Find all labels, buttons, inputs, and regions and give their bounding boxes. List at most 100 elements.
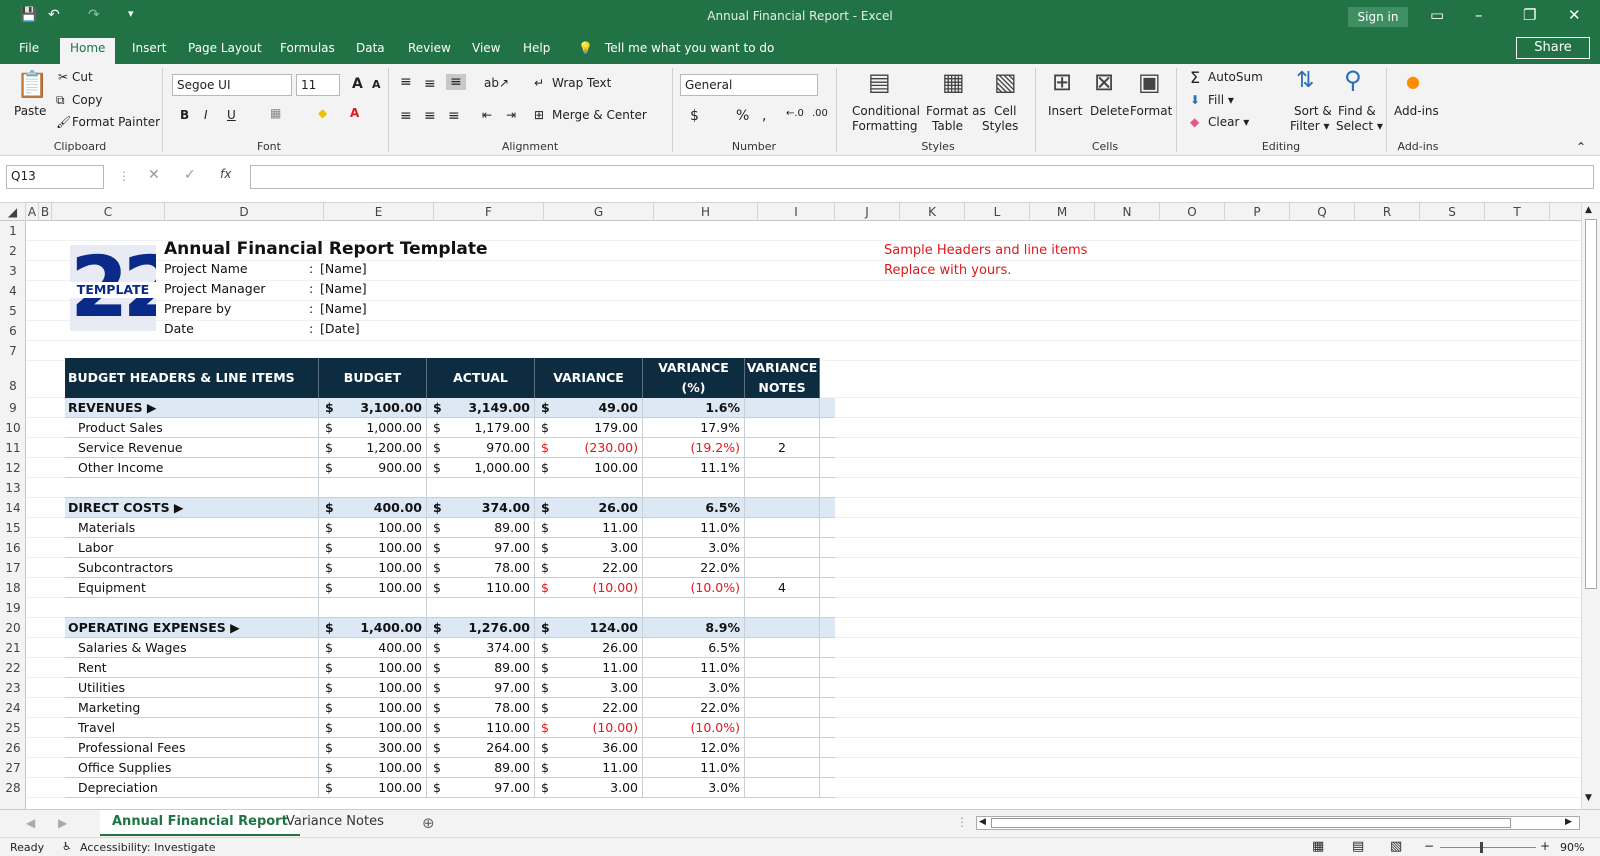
scroll-thumb[interactable] [1585,219,1597,589]
table-row[interactable]: Materials $100.00 $89.00 $11.00 11.0% [65,518,835,538]
fill-icon[interactable]: ⬇ [1190,93,1200,107]
number-format-select[interactable]: General [680,74,818,96]
budget-cell[interactable]: 100.00 [337,778,427,797]
table-row[interactable]: Utilities $100.00 $97.00 $3.00 3.0% [65,678,835,698]
hscroll-thumb[interactable] [991,818,1511,828]
actual-cell[interactable]: 1,276.00 [445,618,535,637]
line-item-name[interactable]: Marketing [65,698,319,717]
variance-pct-cell[interactable]: 3.0% [643,678,745,697]
scroll-left-icon[interactable]: ◀ [979,817,986,827]
currency-symbol[interactable]: $ [535,418,553,437]
currency-symbol[interactable]: $ [427,758,445,777]
actual-cell[interactable]: 89.00 [445,518,535,537]
currency-symbol[interactable]: $ [427,678,445,697]
variance-pct-cell[interactable]: 11.1% [643,458,745,477]
zoom-slider[interactable] [1440,842,1536,853]
currency-symbol[interactable]: $ [427,638,445,657]
actual-cell[interactable]: 3,149.00 [445,398,535,417]
variance-cell[interactable]: 11.00 [553,658,643,677]
actual-cell[interactable]: 1,179.00 [445,418,535,437]
variance-pct-cell[interactable] [643,478,745,497]
row-header[interactable]: 1 [0,221,26,241]
currency-symbol[interactable]: $ [427,718,445,737]
insert-cells-button[interactable]: Insert [1048,104,1082,118]
row-header[interactable]: 14 [0,498,26,518]
budget-cell[interactable]: 100.00 [337,718,427,737]
row-header[interactable]: 26 [0,738,26,758]
conditional-formatting-icon[interactable]: ▤ [868,68,891,96]
budget-cell[interactable]: 1,400.00 [337,618,427,637]
currency-symbol[interactable]: $ [319,618,337,637]
row-header[interactable]: 21 [0,638,26,658]
line-item-name[interactable]: Travel [65,718,319,737]
variance-pct-cell[interactable]: 22.0% [643,558,745,577]
table-row[interactable]: Other Income $900.00 $1,000.00 $100.00 11.1% [65,458,835,478]
align-left-icon[interactable]: ≡ [400,108,412,124]
currency-symbol[interactable]: $ [319,498,337,517]
variance-pct-cell[interactable]: (19.2%) [643,438,745,457]
bold-button[interactable]: B [180,108,189,122]
table-row[interactable]: Travel $100.00 $110.00 $ (10.00) (10.0%) [65,718,835,738]
actual-cell[interactable]: 374.00 [445,638,535,657]
copy-button[interactable]: Copy [72,93,102,107]
font-size-select[interactable]: 11 [296,74,340,96]
currency-icon[interactable]: $ [690,108,699,124]
name-box[interactable]: Q13 [6,165,104,189]
currency-symbol[interactable]: $ [427,698,445,717]
actual-cell[interactable]: 1,000.00 [445,458,535,477]
table-row[interactable] [65,598,835,618]
column-header[interactable]: Q [1290,203,1355,221]
variance-cell[interactable]: 3.00 [553,538,643,557]
tab-file[interactable]: File [19,41,39,55]
row-header[interactable]: 11 [0,438,26,458]
currency-symbol[interactable]: $ [319,698,337,717]
add-ins-icon[interactable]: ● [1406,72,1420,91]
variance-cell[interactable]: 179.00 [553,418,643,437]
paste-icon[interactable]: 📋 [16,70,48,100]
variance-cell[interactable]: 22.00 [553,698,643,717]
line-item-name[interactable]: Labor [65,538,319,557]
copy-icon[interactable]: ⧉ [56,93,65,108]
row-header[interactable]: 24 [0,698,26,718]
tab-split-handle[interactable]: ⋮ [956,815,968,829]
column-header[interactable]: E [324,203,434,221]
table-row[interactable]: Salaries & Wages $400.00 $374.00 $26.00 6.5% [65,638,835,658]
wrap-text-icon[interactable]: ↵ [534,76,544,90]
variance-cell[interactable] [535,478,643,497]
line-item-name[interactable]: Depreciation [65,778,319,797]
actual-cell[interactable]: 89.00 [445,758,535,777]
actual-cell[interactable]: 110.00 [445,578,535,597]
actual-cell[interactable]: 78.00 [445,558,535,577]
actual-cell[interactable]: 89.00 [445,658,535,677]
sign-in-button[interactable]: Sign in [1348,7,1408,27]
vertical-scrollbar[interactable]: ▲ ▼ [1581,203,1600,809]
underline-button[interactable]: U [227,108,236,122]
table-row[interactable]: Professional Fees $300.00 $264.00 $36.00 12.… [65,738,835,758]
zoom-slider-thumb[interactable] [1480,842,1483,853]
currency-symbol[interactable]: $ [319,398,337,417]
budget-cell[interactable]: 100.00 [337,518,427,537]
currency-symbol[interactable]: $ [427,578,445,597]
column-header[interactable]: O [1160,203,1225,221]
currency-symbol[interactable]: $ [535,678,553,697]
actual-cell[interactable]: 97.00 [445,538,535,557]
column-header[interactable]: S [1420,203,1485,221]
currency-symbol[interactable]: $ [427,658,445,677]
row-header[interactable]: 13 [0,478,26,498]
paste-button[interactable]: Paste [14,104,46,118]
currency-symbol[interactable]: $ [319,778,337,797]
font-color-icon[interactable]: A [350,106,359,120]
currency-symbol[interactable]: $ [319,538,337,557]
currency-symbol[interactable]: $ [427,438,445,457]
column-header[interactable]: C [52,203,165,221]
row-header[interactable]: 8 [0,358,26,398]
line-item-name[interactable]: OPERATING EXPENSES ▶ [65,618,319,637]
actual-cell[interactable] [427,478,535,497]
table-row[interactable]: Depreciation $100.00 $97.00 $3.00 3.0% [65,778,835,798]
align-center-icon[interactable]: ≡ [424,108,436,124]
row-header[interactable]: 4 [0,281,26,301]
format-as-table-label1[interactable]: Format as [926,104,986,118]
variance-pct-cell[interactable]: 8.9% [643,618,745,637]
variance-notes-cell[interactable] [745,718,820,737]
row-header[interactable]: 22 [0,658,26,678]
